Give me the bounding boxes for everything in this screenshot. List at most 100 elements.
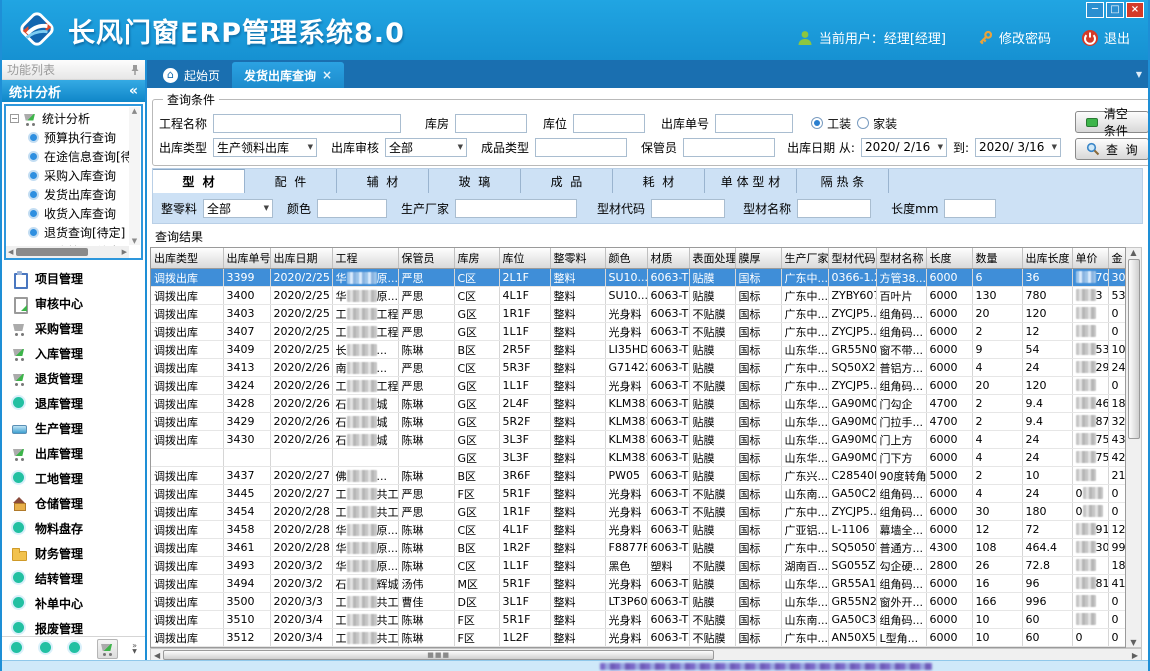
dot-icon[interactable] bbox=[68, 641, 83, 656]
table-row[interactable]: 调拨出库34452020/2/27工共工程严思F区5R1F整料光身料6063-T… bbox=[151, 485, 1126, 503]
tab-home[interactable]: ⌂ 起始页 bbox=[151, 62, 232, 88]
table-row[interactable]: 调拨出库34932020/3/2华原...陈琳C区1L1F整料黑色塑料不贴膜国标… bbox=[151, 557, 1126, 575]
dot-icon[interactable] bbox=[39, 641, 54, 656]
keeper-input[interactable] bbox=[683, 138, 775, 157]
tree-horizontal-scrollbar[interactable]: ◀▶ bbox=[6, 246, 129, 258]
sidebar-menu-item[interactable]: 审核中心 bbox=[2, 291, 145, 316]
column-header[interactable]: 出库日期 bbox=[270, 248, 332, 269]
column-header[interactable]: 库位 bbox=[499, 248, 550, 269]
material-tab[interactable]: 辅 材 bbox=[337, 169, 429, 193]
date-from-select[interactable]: 2020/ 2/16▼ bbox=[861, 138, 947, 157]
table-row[interactable]: 调拨出库34542020/2/28工共工程严思G区1R1F整料光身料6063-T… bbox=[151, 503, 1126, 521]
column-header[interactable]: 型材名称 bbox=[876, 248, 926, 269]
sidebar-menu-item[interactable]: 采购管理 bbox=[2, 316, 145, 341]
vertical-scrollbar[interactable]: ▲ ▼ bbox=[1126, 247, 1142, 648]
outbound-type-select[interactable]: 生产领料出库▼ bbox=[213, 138, 317, 157]
radio-home-icon[interactable] bbox=[857, 117, 869, 129]
column-header[interactable]: 生产厂家 bbox=[781, 248, 828, 269]
vertical-scroll-thumb[interactable] bbox=[1128, 259, 1140, 439]
horizontal-scroll-thumb[interactable]: ■■■ bbox=[163, 650, 714, 660]
material-tab[interactable]: 隔 热 条 bbox=[797, 169, 889, 193]
column-header[interactable]: 颜色 bbox=[605, 248, 647, 269]
sidebar-menu-item[interactable]: 工地管理 bbox=[2, 466, 145, 491]
table-row[interactable]: 调拨出库34092020/2/25长...陈琳B区2R5F整料LI35HD606… bbox=[151, 341, 1126, 359]
maximize-button[interactable]: □ bbox=[1106, 2, 1124, 18]
table-row[interactable]: 调拨出库34612020/2/28华原...陈琳B区1R2F整料F8877FT6… bbox=[151, 539, 1126, 557]
radio-industrial-icon[interactable] bbox=[811, 117, 823, 129]
table-row[interactable]: 调拨出库34002020/2/25华原...严思C区4L1F整料SU10...6… bbox=[151, 287, 1126, 305]
column-header[interactable]: 出库长度 bbox=[1022, 248, 1072, 269]
tree-vertical-scrollbar[interactable]: ▲▼ bbox=[129, 107, 140, 245]
material-tab[interactable]: 玻 璃 bbox=[429, 169, 521, 193]
sidebar-menu-item[interactable]: 出库管理 bbox=[2, 441, 145, 466]
table-row[interactable]: 调拨出库34292020/2/26石城陈琳G区5R2F整料KLM38176063… bbox=[151, 413, 1126, 431]
table-row[interactable]: 调拨出库34942020/3/2石辉城汤伟M区5R1F整料光身料6063-T5贴… bbox=[151, 575, 1126, 593]
order-no-input[interactable] bbox=[715, 114, 793, 133]
tree-item[interactable]: 收货入库查询 bbox=[10, 204, 141, 223]
pin-icon[interactable] bbox=[130, 64, 140, 76]
radio-industrial[interactable]: 工装 bbox=[811, 115, 851, 132]
sidebar-menu-item[interactable]: 生产管理 bbox=[2, 416, 145, 441]
column-header[interactable]: 库房 bbox=[454, 248, 499, 269]
audit-select[interactable]: 全部▼ bbox=[385, 138, 467, 157]
table-row[interactable]: G区3L3F整料KLM38176063-T5贴膜国标山东华...GA90M09.… bbox=[151, 449, 1126, 467]
column-header[interactable]: 出库类型 bbox=[151, 248, 223, 269]
sidebar-menu-item[interactable]: 退库管理 bbox=[2, 391, 145, 416]
tree-item[interactable]: 在途信息查询[待 bbox=[10, 147, 141, 166]
tree-item[interactable]: 退货查询[待定] bbox=[10, 223, 141, 242]
sidebar-menu-item[interactable]: 项目管理 bbox=[2, 266, 145, 291]
column-header[interactable]: 工程 bbox=[332, 248, 398, 269]
tree-item[interactable]: 采购入库查询 bbox=[10, 166, 141, 185]
sidebar-menu-item[interactable]: 报废管理 bbox=[2, 616, 145, 636]
tree-item[interactable]: 预算执行查询 bbox=[10, 128, 141, 147]
material-tab[interactable]: 耗 材 bbox=[613, 169, 705, 193]
column-header[interactable]: 出库单号 bbox=[223, 248, 270, 269]
sidebar-menu-item[interactable]: 结转管理 bbox=[2, 566, 145, 591]
column-header[interactable]: 型材代码 bbox=[828, 248, 876, 269]
table-row[interactable]: 调拨出库35122020/3/4工共工程陈琳F区1L2F整料光身料6063-T5… bbox=[151, 629, 1126, 647]
column-header[interactable]: 整零料 bbox=[550, 248, 605, 269]
profile-code-input[interactable] bbox=[651, 199, 725, 218]
material-tab[interactable]: 型 材 bbox=[153, 169, 245, 193]
material-tab[interactable]: 成 品 bbox=[521, 169, 613, 193]
more-menus-button[interactable]: »▼ bbox=[132, 643, 137, 655]
scroll-left-icon[interactable]: ◀ bbox=[154, 651, 160, 660]
sidebar-menu-item[interactable]: 入库管理 bbox=[2, 341, 145, 366]
table-row[interactable]: 调拨出库35002020/3/3工共工程曹佳D区3L1F整料LT3P606063… bbox=[151, 593, 1126, 611]
clear-conditions-button[interactable]: 清空条件 bbox=[1075, 111, 1149, 133]
tab-shipping-outbound-query[interactable]: 发货出库查询 × bbox=[232, 62, 344, 88]
manufacturer-input[interactable] bbox=[455, 199, 577, 218]
column-header[interactable]: 材质 bbox=[647, 248, 689, 269]
color-input[interactable] bbox=[317, 199, 387, 218]
scroll-up-icon[interactable]: ▲ bbox=[1130, 248, 1136, 257]
table-row[interactable]: 调拨出库33992020/2/25华原...严思C区2L1F整料SU10...6… bbox=[151, 269, 1126, 287]
table-row[interactable]: 调拨出库34582020/2/28华原...陈琳C区4L1F整料光身料6063-… bbox=[151, 521, 1126, 539]
radio-home[interactable]: 家装 bbox=[857, 115, 897, 132]
column-header[interactable]: 表面处理 bbox=[689, 248, 735, 269]
tab-close-icon[interactable]: × bbox=[322, 68, 332, 82]
table-row[interactable]: 调拨出库34242020/2/26工工程严思G区1L1F整料光身料6063-T5… bbox=[151, 377, 1126, 395]
location-input[interactable] bbox=[573, 114, 645, 133]
material-tab[interactable]: 配 件 bbox=[245, 169, 337, 193]
column-header[interactable]: 长度 bbox=[926, 248, 972, 269]
table-row[interactable]: 调拨出库34282020/2/26石城陈琳G区2L4F整料KLM38176063… bbox=[151, 395, 1126, 413]
table-row[interactable]: 调拨出库35102020/3/4工共工程陈琳F区5R1F整料光身料6063-T5… bbox=[151, 611, 1126, 629]
sidebar-menu-item[interactable]: 补单中心 bbox=[2, 591, 145, 616]
date-to-select[interactable]: 2020/ 3/16▼ bbox=[975, 138, 1061, 157]
scroll-right-icon[interactable]: ▶ bbox=[1132, 651, 1138, 660]
tab-list-dropdown-icon[interactable]: ▼ bbox=[1136, 70, 1142, 79]
column-header[interactable]: 单价 bbox=[1072, 248, 1108, 269]
project-name-input[interactable] bbox=[213, 114, 401, 133]
change-password-button[interactable]: 修改密码 bbox=[976, 28, 1051, 47]
material-tab[interactable]: 单 体 型 材 bbox=[705, 169, 797, 193]
column-header[interactable]: 膜厚 bbox=[735, 248, 781, 269]
length-input[interactable] bbox=[944, 199, 996, 218]
column-header[interactable]: 保管员 bbox=[398, 248, 454, 269]
section-header[interactable]: 统计分析 « bbox=[2, 80, 145, 102]
tree-root[interactable]: − 统计分析 bbox=[10, 108, 141, 128]
sidebar-menu-item[interactable]: 退货管理 bbox=[2, 366, 145, 391]
column-header[interactable]: 金 bbox=[1108, 248, 1126, 269]
table-row[interactable]: 调拨出库34072020/2/25工工程严思G区1L1F整料光身料6063-T5… bbox=[151, 323, 1126, 341]
collapse-icon[interactable]: « bbox=[129, 83, 138, 99]
warehouse-input[interactable] bbox=[455, 114, 527, 133]
